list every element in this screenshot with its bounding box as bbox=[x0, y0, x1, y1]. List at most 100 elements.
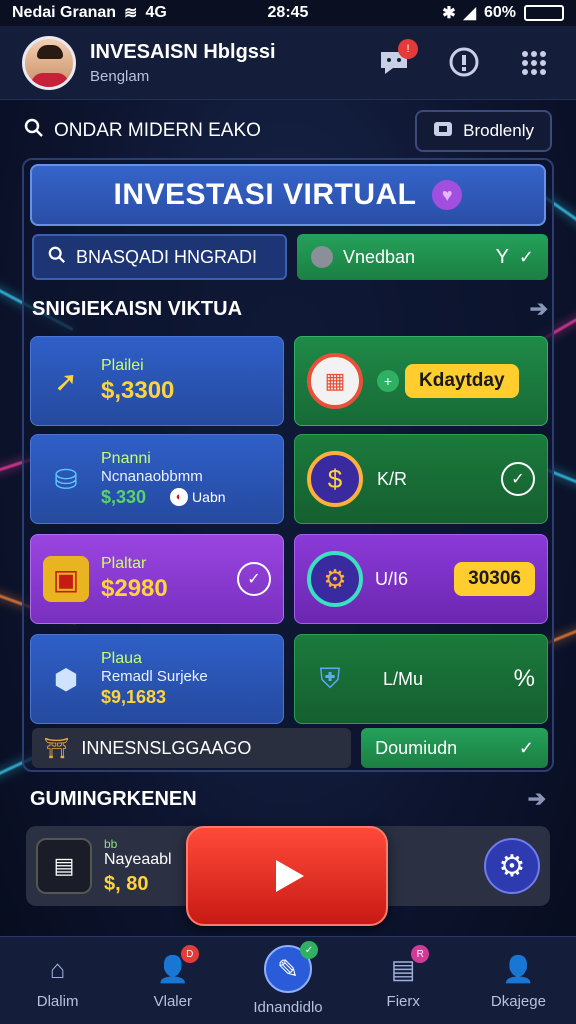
cube-icon: ⬢ bbox=[53, 663, 79, 695]
nav-label: Fierx bbox=[386, 993, 420, 1010]
insurance-label: INNESNSLGGAAGO bbox=[81, 737, 252, 758]
gear-icon[interactable]: ⚙ bbox=[484, 838, 540, 894]
signal-icon: ◢ bbox=[463, 5, 476, 22]
search-icon bbox=[48, 246, 66, 269]
download-button[interactable]: Doumiudn ✓ bbox=[361, 728, 548, 768]
bottom-nav: ⌂ Dlalim 👤 D Vlaler ✎ ✓ Idnandidlo ▤ R Fier… bbox=[0, 936, 576, 1024]
nav-news[interactable]: ▤ R Fierx bbox=[346, 937, 461, 1024]
promo-tag: bb bbox=[104, 836, 118, 851]
arrow-right-icon[interactable]: ➔ bbox=[530, 296, 548, 322]
pen-icon: ✎ ✓ bbox=[264, 941, 318, 993]
arrow-up-icon: ➚ bbox=[54, 365, 78, 397]
nav-profile[interactable]: 👤 Dkajege bbox=[461, 937, 576, 1024]
temple-icon: ⛩ bbox=[44, 737, 70, 760]
wallet-icon: ▣ bbox=[43, 556, 89, 602]
info-icon[interactable] bbox=[444, 43, 484, 83]
card-value: % bbox=[513, 665, 535, 692]
coin-icon bbox=[311, 246, 333, 268]
card-pill: 30306 bbox=[454, 562, 535, 596]
card-tag-label: Uabn bbox=[192, 488, 226, 505]
nav-label: Dlalim bbox=[36, 993, 79, 1010]
investment-card[interactable]: $ K/R ✓ bbox=[294, 434, 548, 524]
promo-value: $, 80 bbox=[104, 872, 149, 895]
card-value: $,3300 bbox=[101, 377, 175, 404]
menu-grid-icon[interactable] bbox=[514, 43, 554, 83]
chat-icon[interactable]: ! bbox=[374, 38, 418, 83]
network-label: 4G bbox=[145, 4, 167, 21]
filter-button-label: Brodlenly bbox=[463, 121, 534, 140]
status-bar: Nedai Granan ≋ 4G 28:45 ✱ ◢ 60% bbox=[0, 0, 576, 26]
check-circle-icon: ✓ bbox=[237, 562, 271, 596]
search-label: ONDAR MIDERN EAKO bbox=[54, 120, 261, 141]
notification-badge: ! bbox=[398, 38, 418, 59]
search-investment-button[interactable]: BNASQADI HNGRADI bbox=[32, 234, 287, 280]
play-button[interactable] bbox=[186, 826, 388, 926]
shield-icon: ⛨ bbox=[319, 662, 341, 694]
section-title: GUMINGRKENEN bbox=[30, 787, 197, 810]
section-title: SNIGIEKAISN VIKTUA bbox=[32, 297, 243, 320]
vnedban-value: Y bbox=[495, 245, 509, 268]
avatar[interactable] bbox=[22, 35, 76, 90]
check-icon: ✓ bbox=[518, 737, 534, 758]
nav-home[interactable]: ⌂ Dlalim bbox=[0, 937, 115, 1024]
investment-card[interactable]: ⛨ L/Mu % bbox=[294, 634, 548, 724]
battery-percent: 60% bbox=[483, 4, 516, 21]
card-pill: Kdaytday bbox=[405, 364, 519, 398]
vnedban-label: Vnedban bbox=[343, 246, 416, 267]
gear-coin-icon: ⚙ bbox=[307, 551, 363, 607]
card-tag: ◐ Uabn bbox=[170, 487, 226, 506]
search-bar[interactable]: ONDAR MIDERN EAKO bbox=[24, 118, 415, 144]
card-label: Plailei bbox=[101, 357, 144, 374]
arrow-right-icon[interactable]: ➔ bbox=[528, 786, 546, 812]
card-label: L/Mu bbox=[383, 668, 424, 689]
card-label: Pnanni bbox=[101, 450, 151, 467]
card-label: K/R bbox=[377, 468, 408, 489]
badge-icon: ◐ bbox=[170, 487, 189, 506]
wifi-icon: ≋ bbox=[124, 5, 138, 22]
app-header: INVESAISN Hblgssi Benglam ! bbox=[0, 26, 576, 100]
newspaper-icon: ▤ R bbox=[385, 945, 430, 987]
insurance-button[interactable]: ⛩ INNESNSLGGAAGO bbox=[32, 728, 352, 768]
card-sub: Ncnanaobbmm bbox=[101, 468, 203, 485]
investment-card[interactable]: ▦ + Kdaytday bbox=[294, 336, 548, 426]
filter-button[interactable]: Brodlenly bbox=[415, 110, 552, 152]
search-investment-label: BNASQADI HNGRADI bbox=[76, 246, 258, 267]
carrier-label: Nedai Granan bbox=[12, 4, 117, 21]
section-header: GUMINGRKENEN ➔ bbox=[30, 786, 546, 812]
header-text: INVESAISN Hblgssi Benglam bbox=[90, 41, 276, 85]
bluetooth-icon: ✱ bbox=[442, 5, 456, 22]
search-row: ONDAR MIDERN EAKO Brodlenly bbox=[24, 108, 552, 154]
check-icon: ✓ bbox=[518, 246, 534, 267]
calendar-icon: ▦ bbox=[307, 353, 363, 409]
investment-card[interactable]: ➚ Plailei $,3300 bbox=[30, 336, 284, 426]
section-header: SNIGIEKAISN VIKTUA ➔ bbox=[32, 296, 548, 322]
card-value: $,330 bbox=[101, 487, 147, 507]
nav-users[interactable]: 👤 D Vlaler bbox=[115, 937, 230, 1024]
nav-invest[interactable]: ✎ ✓ Idnandidlo bbox=[230, 937, 345, 1024]
hero-banner[interactable]: INVESTASI VIRTUAL ♥ bbox=[30, 164, 546, 226]
bag-icon: ⛁ bbox=[54, 463, 78, 495]
coin-icon: $ bbox=[307, 451, 363, 507]
filter-icon bbox=[433, 120, 453, 143]
nav-badge: D bbox=[180, 945, 199, 963]
header-subtitle: Benglam bbox=[90, 67, 150, 85]
card-label: Plaltar bbox=[101, 555, 147, 572]
nav-label: Vlaler bbox=[153, 993, 192, 1010]
search-icon bbox=[24, 118, 44, 144]
card-value: $2980 bbox=[101, 575, 168, 602]
card-label: Plaua bbox=[101, 650, 142, 667]
promo-title: Nayeaabl bbox=[104, 850, 172, 868]
investment-card[interactable]: ▣ Plaltar $2980 ✓ bbox=[30, 534, 284, 624]
vnedban-button[interactable]: Vnedban Y ✓ bbox=[297, 234, 548, 280]
card-value: $9,1683 bbox=[101, 687, 167, 707]
card-sub: Remadl Surjeke bbox=[101, 668, 208, 685]
home-icon: ⌂ bbox=[49, 953, 66, 984]
investment-card[interactable]: ⚙ U/I6 30306 bbox=[294, 534, 548, 624]
investment-card[interactable]: ⛁ Pnanni Ncnanaobbmm $,330 ◐ Uabn bbox=[30, 434, 284, 524]
nav-badge: ✓ bbox=[300, 941, 318, 959]
play-icon bbox=[276, 860, 304, 892]
main-panel: INVESTASI VIRTUAL ♥ BNASQADI HNGRADI Vne… bbox=[22, 158, 554, 772]
heart-icon: ♥ bbox=[432, 180, 463, 210]
investment-card[interactable]: ⬢ Plaua Remadl Surjeke $9,1683 bbox=[30, 634, 284, 724]
download-label: Doumiudn bbox=[375, 737, 458, 758]
